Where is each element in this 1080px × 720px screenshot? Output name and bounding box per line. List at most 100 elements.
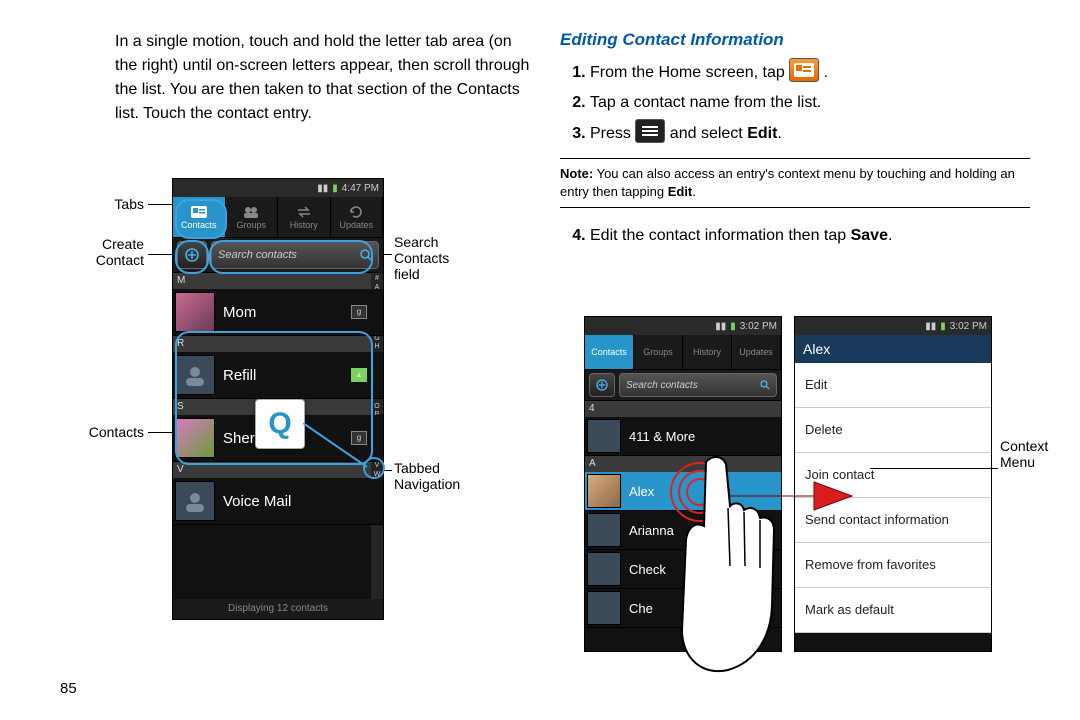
- callout-contacts: Contacts: [68, 424, 144, 440]
- step-2: Tap a contact name from the list.: [590, 89, 1030, 117]
- contact-row-selected[interactable]: Alex: [585, 472, 781, 511]
- card-icon: [790, 59, 818, 81]
- contact-name: Arianna: [629, 523, 674, 538]
- contact-row[interactable]: Refill ▴: [173, 352, 383, 399]
- person-icon: [184, 364, 206, 386]
- status-bar: ▮▮ ▮ 3:02 PM: [585, 317, 781, 335]
- steps-list-2: Edit the contact information then tap Sa…: [590, 222, 1030, 250]
- tab-history[interactable]: History: [683, 335, 732, 369]
- search-icon: [760, 380, 770, 390]
- battery-icon: ▮: [940, 321, 946, 332]
- card-icon: [190, 205, 208, 219]
- list-footer: Displaying 12 contacts: [173, 599, 383, 619]
- tab-groups[interactable]: Groups: [634, 335, 683, 369]
- status-bar: ▮▮ ▮ 3:02 PM: [795, 317, 991, 335]
- avatar: [175, 418, 215, 458]
- context-menu-item-delete[interactable]: Delete: [795, 408, 991, 453]
- tabs-row: Contacts Groups History Updates: [585, 335, 781, 369]
- signal-icon: ▮▮: [317, 183, 328, 194]
- tab-contacts[interactable]: Contacts: [173, 197, 226, 237]
- search-contacts-field[interactable]: Search contacts: [619, 373, 777, 397]
- google-badge-icon: g: [351, 305, 367, 319]
- plus-icon: [596, 379, 608, 391]
- tab-label: Contacts: [181, 220, 217, 230]
- letter-popup: Q: [255, 399, 305, 449]
- search-row: Search contacts: [173, 237, 383, 273]
- right-column: Editing Contact Information From the Hom…: [560, 30, 1030, 260]
- phone-context-menu: ▮▮ ▮ 3:02 PM Alex Edit Delete Join conta…: [794, 316, 992, 652]
- tabs-row: Contacts Groups History Updates: [173, 197, 383, 237]
- contact-name: Alex: [629, 484, 654, 499]
- contact-row[interactable]: Ariannag: [585, 511, 781, 550]
- search-placeholder: Search contacts: [218, 249, 297, 261]
- contact-row[interactable]: Che: [585, 589, 781, 628]
- contact-row[interactable]: Mom g: [173, 289, 383, 336]
- google-badge-icon: g: [351, 431, 367, 445]
- status-time: 4:47 PM: [342, 183, 379, 194]
- avatar: [587, 474, 621, 508]
- contact-name: 411 & More: [629, 429, 695, 444]
- contact-name: Sheri: [223, 430, 258, 447]
- person-icon: [184, 490, 206, 512]
- plus-icon: [185, 248, 199, 262]
- contact-row[interactable]: 411 & More: [585, 417, 781, 456]
- avatar: [587, 552, 621, 586]
- callout-tabs: Tabs: [82, 196, 144, 212]
- note-block: Note: You can also access an entry's con…: [560, 158, 1030, 208]
- step-4: Edit the contact information then tap Sa…: [590, 222, 1030, 250]
- contact-name: Refill: [223, 367, 256, 384]
- signal-icon: ▮▮: [715, 321, 726, 332]
- section-heading: Editing Contact Information: [560, 30, 1030, 50]
- search-icon: [360, 249, 372, 261]
- context-menu-item-send[interactable]: Send contact information: [795, 498, 991, 543]
- context-menu-item-remove-fav[interactable]: Remove from favorites: [795, 543, 991, 588]
- create-contact-button[interactable]: [177, 241, 207, 269]
- avatar: [175, 355, 215, 395]
- battery-icon: ▮: [730, 321, 736, 332]
- contact-row[interactable]: Check: [585, 550, 781, 589]
- contacts-app-icon: [789, 58, 819, 82]
- tab-groups[interactable]: Groups: [226, 197, 279, 237]
- avatar: [587, 419, 621, 453]
- contact-row[interactable]: Voice Mail: [173, 478, 383, 525]
- battery-icon: ▮: [332, 183, 338, 194]
- create-contact-button[interactable]: [589, 373, 615, 397]
- callout-search-field: Search Contacts field: [394, 234, 449, 282]
- menu-key-icon: [635, 119, 665, 143]
- section-header: 4: [585, 401, 781, 417]
- contact-name: Voice Mail: [223, 493, 291, 510]
- page-number: 85: [60, 680, 77, 697]
- status-time: 3:02 PM: [740, 321, 777, 332]
- context-menu-item-join[interactable]: Join contact: [795, 453, 991, 498]
- status-time: 3:02 PM: [950, 321, 987, 332]
- callout-create-contact: Create Contact: [82, 236, 144, 268]
- tab-label: Updates: [339, 220, 373, 230]
- tab-contacts[interactable]: Contacts: [585, 335, 634, 369]
- contact-name: Mom: [223, 304, 256, 321]
- step-3: Press and select Edit.: [590, 119, 1030, 148]
- tab-label: Groups: [236, 220, 266, 230]
- avatar: [175, 292, 215, 332]
- section-header: V: [173, 462, 383, 478]
- phone-before: ▮▮ ▮ 3:02 PM Contacts Groups History Upd…: [584, 316, 782, 652]
- contacts-app-figure: ▮▮ ▮ 4:47 PM Contacts Groups History Upd…: [172, 178, 384, 620]
- contact-name: Check: [629, 562, 666, 577]
- context-menu-title: Alex: [795, 335, 991, 363]
- tab-history[interactable]: History: [278, 197, 331, 237]
- refresh-icon: [347, 205, 365, 219]
- avatar: [587, 591, 621, 625]
- avatar: [587, 513, 621, 547]
- section-header: R: [173, 336, 383, 352]
- context-menu-item-default[interactable]: Mark as default: [795, 588, 991, 633]
- section-header: A: [585, 456, 781, 472]
- context-menu-item-edit[interactable]: Edit: [795, 363, 991, 408]
- contact-name: Che: [629, 601, 653, 616]
- swap-icon: [295, 205, 313, 219]
- note-label: Note:: [560, 166, 593, 181]
- tab-updates[interactable]: Updates: [331, 197, 384, 237]
- signal-icon: ▮▮: [925, 321, 936, 332]
- tab-updates[interactable]: Updates: [732, 335, 781, 369]
- search-contacts-field[interactable]: Search contacts: [211, 241, 379, 269]
- steps-list: From the Home screen, tap . Tap a contac…: [590, 58, 1030, 148]
- callout-tabbed-nav: Tabbed Navigation: [394, 460, 460, 492]
